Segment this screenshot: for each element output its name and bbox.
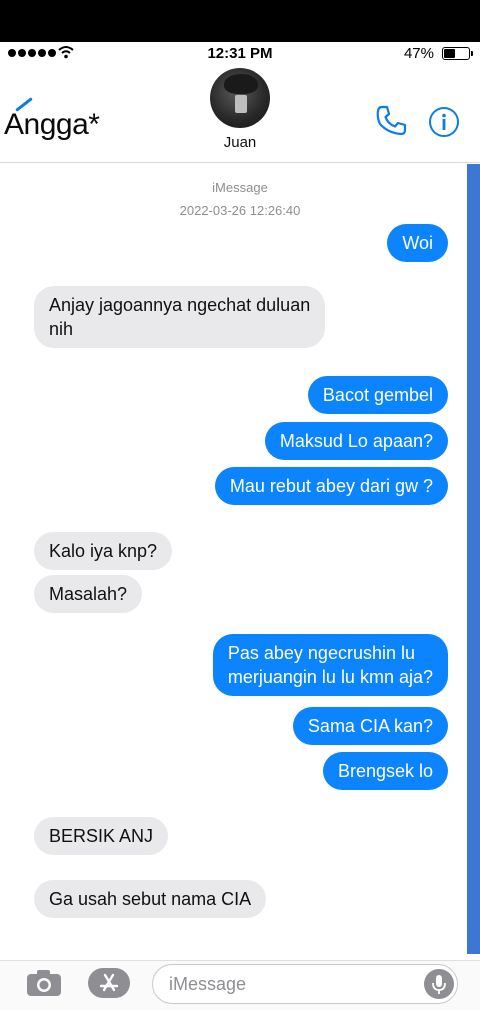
scroll-indicator[interactable] [467,164,480,954]
status-bar: 12:31 PM 47% [0,42,480,66]
battery-percent: 47% [403,45,434,62]
message-bubble-incoming[interactable]: Kalo iya knp? [34,532,173,570]
message-bubble-outgoing[interactable]: Woi [387,224,448,262]
message-bubble-outgoing[interactable]: Brengsek lo [322,752,448,790]
contact-name[interactable]: Juan [0,134,480,151]
phone-icon[interactable] [374,104,408,138]
message-bubble-outgoing[interactable]: Mau rebut abey dari gw ? [214,467,448,505]
message-input[interactable] [152,964,458,1004]
message-bubble-incoming[interactable]: Masalah? [34,575,143,613]
app-store-icon[interactable] [88,968,130,998]
battery-icon [442,47,473,60]
message-bubble-outgoing[interactable]: Bacot gembel [307,376,448,414]
message-composer [0,960,480,1010]
message-bubble-outgoing[interactable]: Maksud Lo apaan? [264,422,448,460]
microphone-icon[interactable] [424,969,454,999]
camera-icon[interactable] [26,969,62,997]
conversation-header: Angga* Juan [0,66,480,163]
message-bubble-incoming[interactable]: Anjay jagoannya ngechat duluan nih [34,286,326,348]
avatar[interactable] [210,68,270,128]
message-bubble-outgoing[interactable]: Sama CIA kan? [292,707,448,745]
message-timestamp: 2022-03-26 12:26:40 [179,203,301,218]
message-bubble-outgoing[interactable]: Pas abey ngecrushin lu merjuangin lu lu … [212,634,448,696]
info-icon[interactable] [428,106,460,138]
messages-screen: 12:31 PM 47% Angga* Juan iMessage 2022-0… [0,42,480,1010]
service-label: iMessage [212,180,268,195]
message-bubble-incoming[interactable]: Ga usah sebut nama CIA [34,880,267,918]
message-bubble-incoming[interactable]: BERSIK ANJ [34,817,169,855]
